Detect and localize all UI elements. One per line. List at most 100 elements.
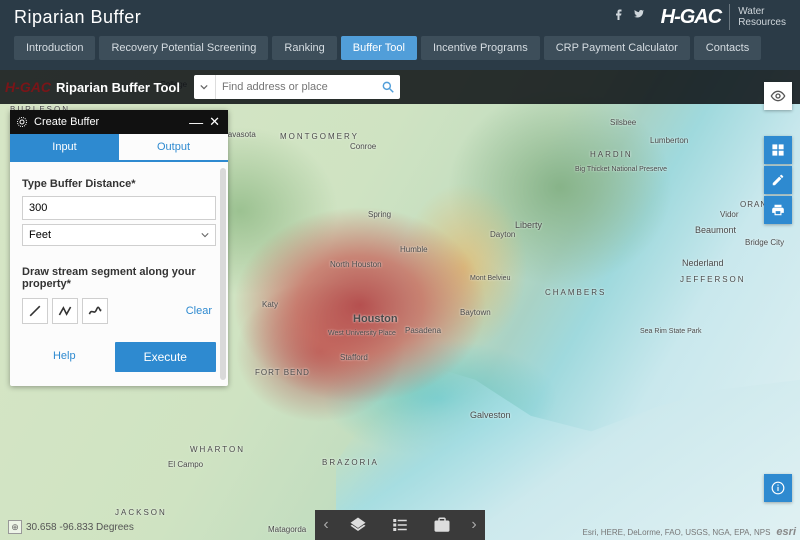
info-tool[interactable] — [764, 474, 792, 502]
grid-icon — [771, 143, 785, 157]
legend-icon — [391, 516, 409, 534]
print-icon — [771, 203, 785, 217]
help-button[interactable]: Help — [22, 342, 107, 372]
label-brazoria: BRAZORIA — [322, 458, 379, 467]
label-stafford: Stafford — [340, 353, 368, 362]
pencil-icon — [771, 173, 785, 187]
unit-select[interactable]: Feet — [22, 224, 216, 246]
label-jefferson: JEFFERSON — [680, 275, 746, 284]
print-tool[interactable] — [764, 196, 792, 224]
tools-button[interactable] — [421, 510, 463, 540]
label-houston: Houston — [353, 313, 398, 325]
distance-input[interactable] — [22, 196, 216, 220]
label-lumberton: Lumberton — [650, 136, 688, 145]
label-jackson: JACKSON — [115, 508, 167, 517]
label-montgomery: MONTGOMERY — [280, 132, 359, 141]
facebook-icon[interactable] — [613, 8, 625, 20]
panel-tabs: Input Output — [10, 134, 228, 162]
page-title: Riparian Buffer — [14, 7, 141, 28]
label-baytown: Baytown — [460, 308, 491, 317]
tab-ranking[interactable]: Ranking — [272, 36, 336, 60]
tab-crp[interactable]: CRP Payment Calculator — [544, 36, 690, 60]
distance-label: Type Buffer Distance* — [22, 178, 216, 190]
label-beaumont: Beaumont — [695, 225, 736, 235]
chevron-down-icon — [201, 231, 209, 239]
tab-recovery[interactable]: Recovery Potential Screening — [99, 36, 268, 60]
search-box — [194, 75, 400, 99]
label-pasadena: Pasadena — [405, 326, 441, 335]
label-conroe: Conroe — [350, 142, 376, 151]
coords-text: 30.658 -96.833 Degrees — [26, 522, 134, 533]
coordinate-readout: ⊕ 30.658 -96.833 Degrees — [8, 520, 134, 534]
label-dayton: Dayton — [490, 230, 515, 239]
label-bridgecity: Bridge City — [745, 238, 784, 247]
label-matagorda: Matagorda — [268, 525, 306, 534]
unit-value: Feet — [29, 229, 51, 241]
label-hardin: HARDIN — [590, 150, 633, 159]
basemap-tool[interactable] — [764, 136, 792, 164]
toolbar-logo: H-GAC — [0, 70, 56, 104]
search-scope-dropdown[interactable] — [194, 75, 216, 99]
draw-label: Draw stream segment along your property* — [22, 266, 216, 290]
label-chambers: CHAMBERS — [545, 288, 606, 297]
esri-logo: esri — [776, 526, 796, 538]
eye-icon — [770, 88, 786, 104]
label-northhouston: North Houston — [330, 260, 370, 269]
label-fortbend: FORT BEND — [255, 368, 285, 377]
label-seabrin: Sea Rim State Park — [640, 328, 680, 336]
clear-button[interactable]: Clear — [186, 305, 216, 317]
tab-incentive[interactable]: Incentive Programs — [421, 36, 540, 60]
collapse-right-icon[interactable]: › — [463, 510, 485, 540]
label-humble: Humble — [400, 245, 428, 254]
tab-introduction[interactable]: Introduction — [14, 36, 95, 60]
draw-line-tool[interactable] — [22, 298, 48, 324]
draw-freehand-tool[interactable] — [82, 298, 108, 324]
attribution: Esri, HERE, DeLorme, FAO, USGS, NGA, EPA… — [583, 526, 796, 538]
tab-input[interactable]: Input — [10, 134, 119, 160]
attribution-text: Esri, HERE, DeLorme, FAO, USGS, NGA, EPA… — [583, 528, 771, 537]
label-galveston: Galveston — [470, 410, 511, 420]
toolbox-icon — [433, 516, 451, 534]
label-montb: Mont Belvieu — [470, 275, 500, 283]
panel-title: Create Buffer — [34, 116, 99, 128]
minimize-icon[interactable]: — — [185, 117, 207, 127]
label-westuni: West University Place — [328, 330, 396, 337]
label-nederland: Nederland — [682, 258, 724, 268]
label-vidor: Vidor — [720, 210, 739, 219]
label-elcampo: El Campo — [168, 460, 203, 469]
tab-output[interactable]: Output — [119, 134, 228, 160]
label-thicket: Big Thicket National Preserve — [575, 166, 635, 174]
crosshair-icon[interactable]: ⊕ — [8, 520, 22, 534]
brand-block: H-GAC WaterResources — [661, 4, 786, 30]
org-logo: H-GAC — [661, 6, 722, 29]
bottom-toolbar: ‹ › — [315, 510, 485, 540]
draw-polyline-tool[interactable] — [52, 298, 78, 324]
visibility-tool[interactable] — [764, 82, 792, 110]
edit-tool[interactable] — [764, 166, 792, 194]
layers-icon — [349, 516, 367, 534]
panel-header[interactable]: Create Buffer — ✕ — [10, 110, 228, 134]
label-katy: Katy — [262, 300, 278, 309]
brand-subtitle: WaterResources — [738, 6, 786, 28]
collapse-left-icon[interactable]: ‹ — [315, 510, 337, 540]
close-icon[interactable]: ✕ — [207, 114, 222, 130]
info-icon — [771, 481, 785, 495]
right-tool-column — [764, 82, 792, 224]
main-nav: Introduction Recovery Potential Screenin… — [14, 36, 761, 60]
create-buffer-panel: Create Buffer — ✕ Input Output Type Buff… — [10, 110, 228, 386]
search-input[interactable] — [216, 76, 376, 98]
twitter-icon[interactable] — [633, 8, 645, 20]
label-spring: Spring — [368, 210, 391, 219]
social-links — [613, 8, 645, 20]
map-toolbar: H-GAC Riparian Buffer Tool — [0, 70, 800, 104]
buffer-icon — [16, 116, 30, 128]
tab-buffer-tool[interactable]: Buffer Tool — [341, 36, 417, 60]
search-button[interactable] — [376, 75, 400, 99]
label-silsbee: Silsbee — [610, 118, 636, 127]
tab-contacts[interactable]: Contacts — [694, 36, 761, 60]
execute-button[interactable]: Execute — [115, 342, 216, 372]
app-header: Riparian Buffer H-GAC WaterResources Int… — [0, 0, 800, 70]
layers-button[interactable] — [337, 510, 379, 540]
legend-button[interactable] — [379, 510, 421, 540]
label-liberty: Liberty — [515, 220, 542, 230]
